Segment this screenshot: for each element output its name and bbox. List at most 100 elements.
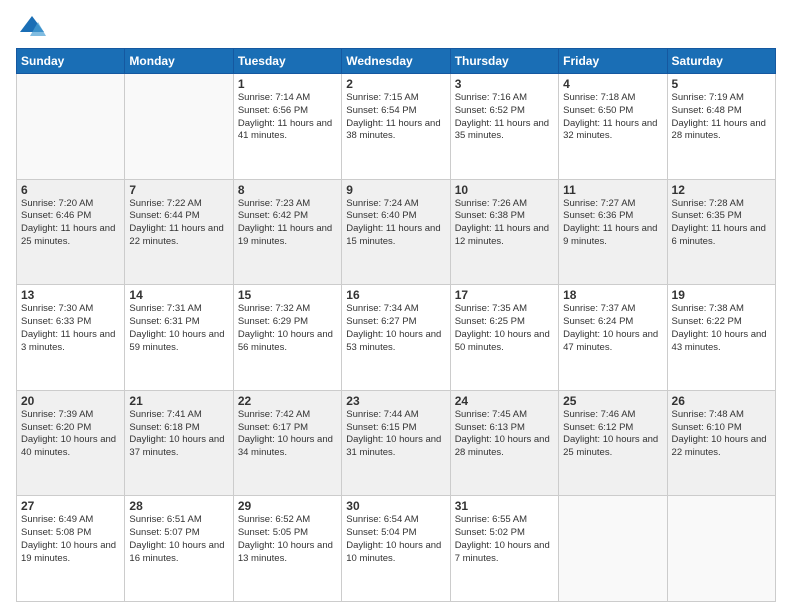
weekday-header-thursday: Thursday bbox=[450, 49, 558, 74]
week-row-1: 1Sunrise: 7:14 AM Sunset: 6:56 PM Daylig… bbox=[17, 74, 776, 180]
calendar-cell: 24Sunrise: 7:45 AM Sunset: 6:13 PM Dayli… bbox=[450, 390, 558, 496]
day-info: Sunrise: 6:55 AM Sunset: 5:02 PM Dayligh… bbox=[455, 514, 554, 565]
day-number: 21 bbox=[129, 394, 228, 408]
day-number: 6 bbox=[21, 183, 120, 197]
weekday-header-monday: Monday bbox=[125, 49, 233, 74]
calendar-cell: 3Sunrise: 7:16 AM Sunset: 6:52 PM Daylig… bbox=[450, 74, 558, 180]
day-info: Sunrise: 7:32 AM Sunset: 6:29 PM Dayligh… bbox=[238, 303, 337, 354]
calendar-cell: 31Sunrise: 6:55 AM Sunset: 5:02 PM Dayli… bbox=[450, 496, 558, 602]
week-row-3: 13Sunrise: 7:30 AM Sunset: 6:33 PM Dayli… bbox=[17, 285, 776, 391]
day-info: Sunrise: 7:45 AM Sunset: 6:13 PM Dayligh… bbox=[455, 409, 554, 460]
day-info: Sunrise: 7:20 AM Sunset: 6:46 PM Dayligh… bbox=[21, 198, 120, 249]
day-info: Sunrise: 7:19 AM Sunset: 6:48 PM Dayligh… bbox=[672, 92, 771, 143]
day-info: Sunrise: 7:42 AM Sunset: 6:17 PM Dayligh… bbox=[238, 409, 337, 460]
calendar-cell bbox=[559, 496, 667, 602]
calendar-cell: 15Sunrise: 7:32 AM Sunset: 6:29 PM Dayli… bbox=[233, 285, 341, 391]
day-number: 18 bbox=[563, 288, 662, 302]
calendar-cell: 1Sunrise: 7:14 AM Sunset: 6:56 PM Daylig… bbox=[233, 74, 341, 180]
day-number: 8 bbox=[238, 183, 337, 197]
day-info: Sunrise: 7:39 AM Sunset: 6:20 PM Dayligh… bbox=[21, 409, 120, 460]
day-info: Sunrise: 7:30 AM Sunset: 6:33 PM Dayligh… bbox=[21, 303, 120, 354]
day-number: 2 bbox=[346, 77, 445, 91]
calendar-cell: 18Sunrise: 7:37 AM Sunset: 6:24 PM Dayli… bbox=[559, 285, 667, 391]
day-info: Sunrise: 7:41 AM Sunset: 6:18 PM Dayligh… bbox=[129, 409, 228, 460]
calendar-cell: 7Sunrise: 7:22 AM Sunset: 6:44 PM Daylig… bbox=[125, 179, 233, 285]
page: SundayMondayTuesdayWednesdayThursdayFrid… bbox=[0, 0, 792, 612]
day-number: 15 bbox=[238, 288, 337, 302]
day-number: 28 bbox=[129, 499, 228, 513]
day-number: 27 bbox=[21, 499, 120, 513]
weekday-header-tuesday: Tuesday bbox=[233, 49, 341, 74]
day-info: Sunrise: 7:14 AM Sunset: 6:56 PM Dayligh… bbox=[238, 92, 337, 143]
week-row-2: 6Sunrise: 7:20 AM Sunset: 6:46 PM Daylig… bbox=[17, 179, 776, 285]
weekday-header-wednesday: Wednesday bbox=[342, 49, 450, 74]
day-info: Sunrise: 7:35 AM Sunset: 6:25 PM Dayligh… bbox=[455, 303, 554, 354]
day-info: Sunrise: 7:44 AM Sunset: 6:15 PM Dayligh… bbox=[346, 409, 445, 460]
day-number: 10 bbox=[455, 183, 554, 197]
day-info: Sunrise: 7:24 AM Sunset: 6:40 PM Dayligh… bbox=[346, 198, 445, 249]
day-info: Sunrise: 7:46 AM Sunset: 6:12 PM Dayligh… bbox=[563, 409, 662, 460]
calendar-table: SundayMondayTuesdayWednesdayThursdayFrid… bbox=[16, 48, 776, 602]
weekday-header-friday: Friday bbox=[559, 49, 667, 74]
calendar-cell: 2Sunrise: 7:15 AM Sunset: 6:54 PM Daylig… bbox=[342, 74, 450, 180]
day-info: Sunrise: 7:26 AM Sunset: 6:38 PM Dayligh… bbox=[455, 198, 554, 249]
day-info: Sunrise: 6:49 AM Sunset: 5:08 PM Dayligh… bbox=[21, 514, 120, 565]
day-info: Sunrise: 7:15 AM Sunset: 6:54 PM Dayligh… bbox=[346, 92, 445, 143]
calendar-cell: 22Sunrise: 7:42 AM Sunset: 6:17 PM Dayli… bbox=[233, 390, 341, 496]
day-number: 26 bbox=[672, 394, 771, 408]
day-info: Sunrise: 7:28 AM Sunset: 6:35 PM Dayligh… bbox=[672, 198, 771, 249]
day-info: Sunrise: 7:27 AM Sunset: 6:36 PM Dayligh… bbox=[563, 198, 662, 249]
calendar-cell: 8Sunrise: 7:23 AM Sunset: 6:42 PM Daylig… bbox=[233, 179, 341, 285]
day-number: 11 bbox=[563, 183, 662, 197]
day-number: 4 bbox=[563, 77, 662, 91]
logo-icon bbox=[18, 12, 46, 40]
day-info: Sunrise: 6:52 AM Sunset: 5:05 PM Dayligh… bbox=[238, 514, 337, 565]
day-number: 16 bbox=[346, 288, 445, 302]
day-number: 5 bbox=[672, 77, 771, 91]
calendar-cell: 25Sunrise: 7:46 AM Sunset: 6:12 PM Dayli… bbox=[559, 390, 667, 496]
week-row-4: 20Sunrise: 7:39 AM Sunset: 6:20 PM Dayli… bbox=[17, 390, 776, 496]
day-number: 19 bbox=[672, 288, 771, 302]
calendar-cell: 4Sunrise: 7:18 AM Sunset: 6:50 PM Daylig… bbox=[559, 74, 667, 180]
calendar-cell: 13Sunrise: 7:30 AM Sunset: 6:33 PM Dayli… bbox=[17, 285, 125, 391]
weekday-header-sunday: Sunday bbox=[17, 49, 125, 74]
calendar-cell: 28Sunrise: 6:51 AM Sunset: 5:07 PM Dayli… bbox=[125, 496, 233, 602]
calendar-cell: 26Sunrise: 7:48 AM Sunset: 6:10 PM Dayli… bbox=[667, 390, 775, 496]
day-info: Sunrise: 7:16 AM Sunset: 6:52 PM Dayligh… bbox=[455, 92, 554, 143]
logo bbox=[16, 12, 46, 40]
day-number: 14 bbox=[129, 288, 228, 302]
calendar-cell: 16Sunrise: 7:34 AM Sunset: 6:27 PM Dayli… bbox=[342, 285, 450, 391]
day-info: Sunrise: 7:23 AM Sunset: 6:42 PM Dayligh… bbox=[238, 198, 337, 249]
week-row-5: 27Sunrise: 6:49 AM Sunset: 5:08 PM Dayli… bbox=[17, 496, 776, 602]
day-info: Sunrise: 7:37 AM Sunset: 6:24 PM Dayligh… bbox=[563, 303, 662, 354]
calendar-cell: 10Sunrise: 7:26 AM Sunset: 6:38 PM Dayli… bbox=[450, 179, 558, 285]
day-info: Sunrise: 7:18 AM Sunset: 6:50 PM Dayligh… bbox=[563, 92, 662, 143]
calendar-cell: 11Sunrise: 7:27 AM Sunset: 6:36 PM Dayli… bbox=[559, 179, 667, 285]
day-number: 13 bbox=[21, 288, 120, 302]
calendar-cell: 19Sunrise: 7:38 AM Sunset: 6:22 PM Dayli… bbox=[667, 285, 775, 391]
day-number: 17 bbox=[455, 288, 554, 302]
day-number: 23 bbox=[346, 394, 445, 408]
day-number: 20 bbox=[21, 394, 120, 408]
day-info: Sunrise: 7:34 AM Sunset: 6:27 PM Dayligh… bbox=[346, 303, 445, 354]
calendar-cell: 21Sunrise: 7:41 AM Sunset: 6:18 PM Dayli… bbox=[125, 390, 233, 496]
day-info: Sunrise: 6:51 AM Sunset: 5:07 PM Dayligh… bbox=[129, 514, 228, 565]
day-info: Sunrise: 7:22 AM Sunset: 6:44 PM Dayligh… bbox=[129, 198, 228, 249]
day-number: 30 bbox=[346, 499, 445, 513]
day-number: 12 bbox=[672, 183, 771, 197]
calendar-cell bbox=[17, 74, 125, 180]
calendar-cell: 20Sunrise: 7:39 AM Sunset: 6:20 PM Dayli… bbox=[17, 390, 125, 496]
day-number: 7 bbox=[129, 183, 228, 197]
day-info: Sunrise: 7:38 AM Sunset: 6:22 PM Dayligh… bbox=[672, 303, 771, 354]
calendar-cell: 9Sunrise: 7:24 AM Sunset: 6:40 PM Daylig… bbox=[342, 179, 450, 285]
day-number: 24 bbox=[455, 394, 554, 408]
calendar-cell: 12Sunrise: 7:28 AM Sunset: 6:35 PM Dayli… bbox=[667, 179, 775, 285]
calendar-cell: 29Sunrise: 6:52 AM Sunset: 5:05 PM Dayli… bbox=[233, 496, 341, 602]
day-number: 22 bbox=[238, 394, 337, 408]
day-info: Sunrise: 7:48 AM Sunset: 6:10 PM Dayligh… bbox=[672, 409, 771, 460]
calendar-cell: 23Sunrise: 7:44 AM Sunset: 6:15 PM Dayli… bbox=[342, 390, 450, 496]
day-info: Sunrise: 6:54 AM Sunset: 5:04 PM Dayligh… bbox=[346, 514, 445, 565]
day-number: 3 bbox=[455, 77, 554, 91]
calendar-cell: 6Sunrise: 7:20 AM Sunset: 6:46 PM Daylig… bbox=[17, 179, 125, 285]
calendar-cell: 5Sunrise: 7:19 AM Sunset: 6:48 PM Daylig… bbox=[667, 74, 775, 180]
